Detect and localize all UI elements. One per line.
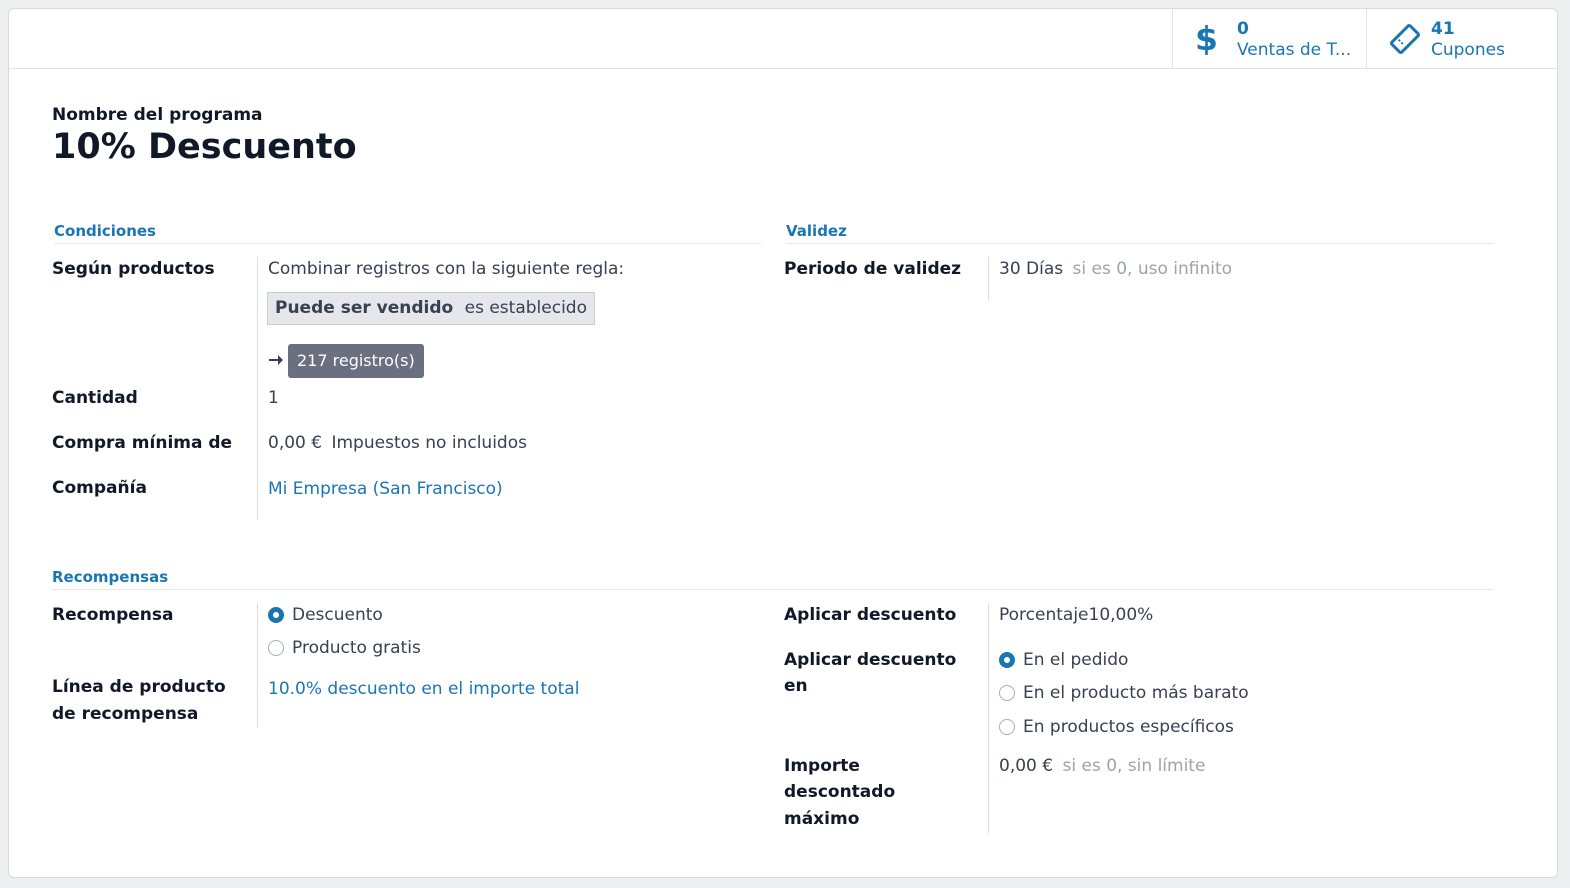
validez-section-title: Validez [786,222,847,240]
importe-maximo-field[interactable]: 0,00 € si es 0, sin límite [999,756,1205,776]
dollar-icon: $ [1195,19,1218,58]
rule-operator: es establecido [464,298,587,318]
compra-minima-field[interactable]: 0,00 € Impuestos no incluidos [268,433,527,453]
program-name-label: Nombre del programa [52,105,263,125]
radio-producto-mas-barato-label: En el producto más barato [1023,683,1249,703]
condiciones-section-title: Condiciones [54,222,156,240]
recompensas-section-title: Recompensas [52,568,169,586]
importe-maximo-value: 0,00 € [999,756,1054,776]
aplicar-descuento-label: Aplicar descuento [784,605,957,625]
aplicar-en-label-2: en [784,676,808,696]
radio-producto-gratis-label: Producto gratis [292,638,421,658]
compania-label: Compañía [52,478,147,498]
cupones-stat-value: 41 [1431,19,1455,39]
linea-producto-link[interactable]: 10.0% descuento en el importe total [268,679,579,699]
compra-minima-label: Compra mínima de [52,433,233,453]
radio-selected-icon [268,607,284,623]
aplicar-en-label-1: Aplicar descuento [784,650,957,670]
recompensas-right-divider [988,603,989,833]
validez-separator [786,243,1493,244]
periodo-validez-field[interactable]: 30 Días si es 0, uso infinito [999,259,1232,279]
rule-intro-text: Combinar registros con la siguiente regl… [268,259,625,279]
linea-producto-label-1: Línea de producto [52,677,226,697]
importe-maximo-label-2: descontado [784,782,896,802]
arrow-right-icon [268,352,284,368]
periodo-validez-value: 30 Días [999,259,1064,279]
recompensas-left-divider [257,603,258,728]
ventas-stat-value: 0 [1237,19,1249,39]
cantidad-label: Cantidad [52,388,138,408]
form-sheet: $ 0 Ventas de T... 41 Cupones Nombre del… [8,8,1558,878]
importe-maximo-label-3: máximo [784,809,860,829]
tax-mode-select[interactable]: Impuestos no incluidos [331,433,526,453]
stat-button-box: $ 0 Ventas de T... 41 Cupones [9,9,1557,69]
radio-unselected-icon [999,685,1015,701]
condiciones-separator [54,243,761,244]
cupones-stat-button[interactable]: 41 Cupones [1366,9,1557,68]
segun-productos-label: Según productos [52,259,215,279]
recompensas-separator [52,589,1493,590]
radio-descuento-label: Descuento [292,605,383,625]
program-name-field[interactable]: 10% Descuento [52,127,357,167]
compania-link[interactable]: Mi Empresa (San Francisco) [268,479,503,499]
ventas-stat-button[interactable]: $ 0 Ventas de T... [1172,9,1366,68]
radio-selected-icon [999,652,1015,668]
importe-maximo-hint: si es 0, sin límite [1062,756,1206,776]
periodo-validez-label: Periodo de validez [784,259,962,279]
radio-productos-especificos-label: En productos específicos [1023,717,1234,737]
rule-field: Puede ser vendido [275,298,454,318]
validez-divider [988,257,989,301]
cupones-stat-label: Cupones [1431,40,1505,60]
compra-minima-value: 0,00 € [268,433,323,453]
radio-en-el-pedido-label: En el pedido [1023,650,1129,670]
recompensa-label: Recompensa [52,605,174,625]
cantidad-field[interactable]: 1 [268,388,279,408]
periodo-validez-hint: si es 0, uso infinito [1072,259,1233,279]
ventas-stat-label: Ventas de T... [1237,40,1352,60]
linea-producto-label-2: de recompensa [52,704,199,724]
radio-unselected-icon [999,719,1015,735]
domain-rule-chip[interactable]: Puede ser vendido es establecido [267,292,595,325]
radio-unselected-icon [268,640,284,656]
importe-maximo-label-1: Importe [784,756,860,776]
ticket-icon [1389,22,1421,56]
records-count-button[interactable]: 217 registro(s) [288,344,424,378]
condiciones-divider [257,257,258,519]
aplicar-descuento-field[interactable]: Porcentaje10,00% [999,605,1153,625]
